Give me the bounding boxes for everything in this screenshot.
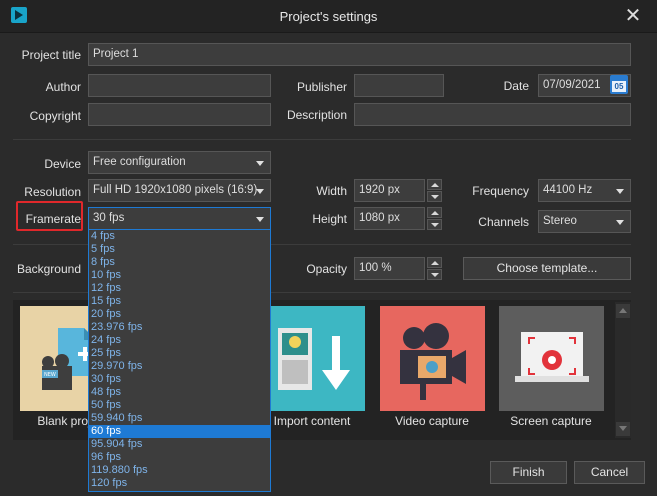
resolution-label: Resolution [24,185,81,199]
height-decrement[interactable] [427,219,442,230]
opacity-decrement[interactable] [427,269,442,280]
framerate-option[interactable]: 60 fps [89,425,270,438]
close-icon[interactable]: ✕ [623,5,643,27]
framerate-option[interactable]: 12 fps [89,282,270,295]
framerate-option[interactable]: 25 fps [89,347,270,360]
width-increment[interactable] [427,179,442,190]
copyright-input[interactable] [88,103,271,126]
description-input[interactable] [354,103,631,126]
template-label: Screen capture [510,414,592,428]
height-stepper[interactable] [427,207,442,230]
width-decrement[interactable] [427,191,442,202]
description-label: Description [286,108,347,122]
frequency-label: Frequency [472,184,529,198]
background-label: Background [16,262,81,276]
framerate-option[interactable]: 5 fps [89,243,270,256]
cancel-button[interactable]: Cancel [574,461,645,484]
choose-template-button[interactable]: Choose template... [463,257,631,280]
opacity-input[interactable]: 100 % [354,257,425,280]
template-screen-capture[interactable] [499,306,604,411]
author-label: Author [45,80,81,94]
height-input[interactable]: 1080 px [354,207,425,230]
framerate-option[interactable]: 50 fps [89,399,270,412]
opacity-label: Opacity [306,262,347,276]
framerate-option[interactable]: 23.976 fps [89,321,270,334]
video-camera-icon [400,323,466,400]
framerate-select[interactable]: 30 fps [88,207,271,230]
finish-button[interactable]: Finish [490,461,567,484]
framerate-label: Framerate [25,212,81,226]
frequency-select[interactable]: 44100 Hz [538,179,631,202]
framerate-option[interactable]: 8 fps [89,256,270,269]
template-label: Video capture [395,414,469,428]
framerate-option[interactable]: 95.904 fps [89,438,270,451]
channels-label: Channels [478,215,529,229]
device-label: Device [44,157,81,171]
opacity-stepper[interactable] [427,257,442,280]
scroll-up-icon[interactable] [616,304,630,318]
framerate-dropdown-list[interactable]: 4 fps 5 fps 8 fps 10 fps 12 fps 15 fps 20 fps 2… [88,229,271,492]
device-select[interactable]: Free configuration [88,151,271,174]
template-import-content[interactable] [260,306,365,411]
framerate-option[interactable]: 119.880 fps [89,464,270,477]
framerate-option[interactable]: 48 fps [89,386,270,399]
width-label: Width [316,184,347,198]
scroll-down-icon[interactable] [616,422,630,436]
window-title: Project's settings [279,9,378,24]
screen-capture-icon [515,332,589,382]
framerate-option[interactable]: 96 fps [89,451,270,464]
publisher-label: Publisher [296,80,347,94]
calendar-day: 05 [614,82,624,91]
framerate-option[interactable]: 24 fps [89,334,270,347]
opacity-increment[interactable] [427,257,442,268]
project-title-label: Project title [21,48,81,62]
height-label: Height [312,212,347,226]
separator [13,139,631,140]
resolution-select[interactable]: Full HD 1920x1080 pixels (16:9) [88,179,271,202]
framerate-option[interactable]: 120 fps [89,477,270,490]
framerate-option[interactable]: 15 fps [89,295,270,308]
framerate-option[interactable]: 4 fps [89,230,270,243]
framerate-option[interactable]: 29.970 fps [89,360,270,373]
channels-select[interactable]: Stereo [538,210,631,233]
import-content-icon [278,328,350,390]
svg-text:NEW: NEW [44,372,56,378]
date-label: Date [503,79,529,93]
width-stepper[interactable] [427,179,442,202]
width-input[interactable]: 1920 px [354,179,425,202]
template-video-capture[interactable] [380,306,485,411]
framerate-option[interactable]: 30 fps [89,373,270,386]
framerate-option[interactable]: 20 fps [89,308,270,321]
project-title-input[interactable]: Project 1 [88,43,631,66]
framerate-option[interactable]: 59.940 fps [89,412,270,425]
templates-scrollbar[interactable] [615,302,631,438]
height-increment[interactable] [427,207,442,218]
publisher-input[interactable] [354,74,444,97]
author-input[interactable] [88,74,271,97]
framerate-option[interactable]: 10 fps [89,269,270,282]
calendar-icon[interactable]: 05 [610,75,628,94]
copyright-label: Copyright [29,109,81,123]
